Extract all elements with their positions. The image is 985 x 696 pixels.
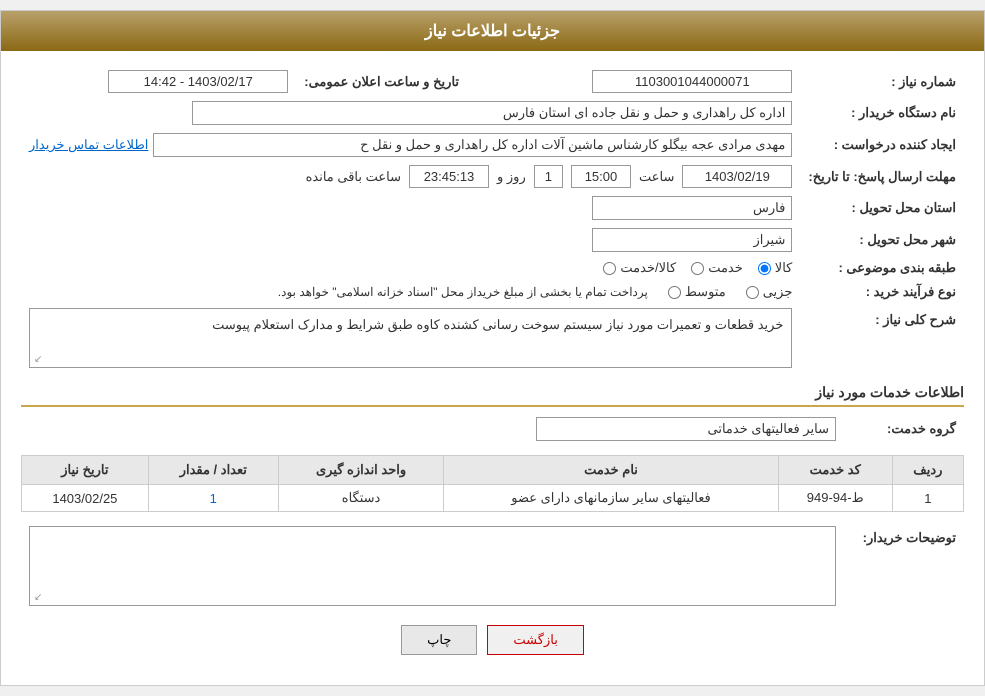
buyer-notes-table: توضیحات خریدار: ↙ <box>21 522 964 610</box>
province-value: فارس <box>21 192 800 224</box>
buyer-notes-label: توضیحات خریدار: <box>844 522 964 610</box>
process-jozi-label: جزیی <box>763 284 793 300</box>
description-label: شرح کلی نیاز : <box>800 304 964 372</box>
category-row: کالا خدمت کالا/خدمت <box>21 256 800 280</box>
remaining-box: 23:45:13 <box>409 165 489 188</box>
page-header: جزئیات اطلاعات نیاز <box>1 11 984 51</box>
date-box: 1403/02/19 <box>682 165 792 188</box>
announcement-label: تاریخ و ساعت اعلان عمومی: <box>296 66 467 97</box>
cell-unit: دستگاه <box>278 485 444 512</box>
category-khedmat-label: خدمت <box>708 260 743 276</box>
main-info-table: شماره نیاز : 1103001044000071 تاریخ و سا… <box>21 66 964 372</box>
service-group-box: سایر فعالیتهای خدماتی <box>536 417 836 441</box>
process-motavaset-label: متوسط <box>685 284 726 300</box>
response-deadline-label: مهلت ارسال پاسخ: تا تاریخ: <box>800 161 964 192</box>
process-type-label: نوع فرآیند خرید : <box>800 280 964 304</box>
cell-service-name: فعالیتهای سایر سازمانهای دارای عضو <box>444 485 778 512</box>
page-title: جزئیات اطلاعات نیاز <box>425 23 560 40</box>
description-value: خرید قطعات و تعمیرات مورد نیاز سیستم سوخ… <box>21 304 800 372</box>
province-box: فارس <box>592 196 792 220</box>
col-service-code: کد خدمت <box>778 456 892 485</box>
remaining-label: ساعت باقی مانده <box>306 169 401 185</box>
process-type-row: جزیی متوسط پرداخت تمام یا بخشی از مبلغ خ… <box>21 280 800 304</box>
city-label: شهر محل تحویل : <box>800 224 964 256</box>
content-area: شماره نیاز : 1103001044000071 تاریخ و سا… <box>1 51 984 685</box>
col-service-name: نام خدمت <box>444 456 778 485</box>
buyer-org-box: اداره کل راهداری و حمل و نقل جاده ای است… <box>192 101 792 125</box>
category-kala-radio[interactable] <box>758 262 771 275</box>
description-text: خرید قطعات و تعمیرات مورد نیاز سیستم سوخ… <box>38 317 783 333</box>
cell-quantity: 1 <box>148 485 278 512</box>
process-jozi-radio[interactable] <box>746 286 759 299</box>
description-box: خرید قطعات و تعمیرات مورد نیاز سیستم سوخ… <box>29 308 792 368</box>
time-box: 15:00 <box>571 165 631 188</box>
col-quantity: تعداد / مقدار <box>148 456 278 485</box>
process-motavaset-radio[interactable] <box>668 286 681 299</box>
city-box: شیراز <box>592 228 792 252</box>
announcement-value: 1403/02/17 - 14:42 <box>21 66 296 97</box>
creator-link[interactable]: اطلاعات تماس خریدار <box>29 137 148 153</box>
resize-handle: ↙ <box>34 354 42 365</box>
creator-label: ایجاد کننده درخواست : <box>800 129 964 161</box>
province-label: استان محل تحویل : <box>800 192 964 224</box>
page-wrapper: جزئیات اطلاعات نیاز شماره نیاز : 1103001… <box>0 10 985 686</box>
cell-row-num: 1 <box>892 485 963 512</box>
day-label: روز و <box>497 169 526 185</box>
creator-row: مهدی مرادی عجه بیگلو کارشناس ماشین آلات … <box>21 129 800 161</box>
city-value: شیراز <box>21 224 800 256</box>
category-khedmat-radio[interactable] <box>691 262 704 275</box>
cell-service-code: ط-94-949 <box>778 485 892 512</box>
buyer-org-label: نام دستگاه خریدار : <box>800 97 964 129</box>
creator-box: مهدی مرادی عجه بیگلو کارشناس ماشین آلات … <box>153 133 792 157</box>
service-group-label: گروه خدمت: <box>844 413 964 445</box>
buyer-notes-box: ↙ <box>29 526 836 606</box>
col-unit: واحد اندازه گیری <box>278 456 444 485</box>
process-motavaset[interactable]: متوسط <box>668 284 726 300</box>
need-number-value: 1103001044000071 <box>497 66 800 97</box>
deadline-row: 1403/02/19 ساعت 15:00 1 روز و 23:45:13 س… <box>21 161 800 192</box>
footer-buttons: بازگشت چاپ <box>21 625 964 655</box>
category-kala[interactable]: کالا <box>758 260 793 276</box>
buyer-org-value: اداره کل راهداری و حمل و نقل جاده ای است… <box>21 97 800 129</box>
category-khedmat[interactable]: خدمت <box>691 260 743 276</box>
process-jozi[interactable]: جزیی <box>746 284 793 300</box>
need-number-label: شماره نیاز : <box>800 66 964 97</box>
col-row-num: ردیف <box>892 456 963 485</box>
time-label: ساعت <box>639 169 674 185</box>
services-section-title: اطلاعات خدمات مورد نیاز <box>21 384 964 407</box>
category-label: طبقه بندی موضوعی : <box>800 256 964 280</box>
cell-need-date: 1403/02/25 <box>22 485 149 512</box>
category-kala-khedmat-radio[interactable] <box>603 262 616 275</box>
services-table: ردیف کد خدمت نام خدمت واحد اندازه گیری ت… <box>21 455 964 512</box>
table-row: 1 ط-94-949 فعالیتهای سایر سازمانهای دارا… <box>22 485 964 512</box>
need-number-box: 1103001044000071 <box>592 70 792 93</box>
category-kala-khedmat[interactable]: کالا/خدمت <box>603 260 676 276</box>
category-kala-khedmat-label: کالا/خدمت <box>620 260 676 276</box>
service-group-table: گروه خدمت: سایر فعالیتهای خدماتی <box>21 413 964 445</box>
buyer-notes-cell: ↙ <box>21 522 844 610</box>
col-need-date: تاریخ نیاز <box>22 456 149 485</box>
buyer-notes-resize: ↙ <box>34 592 42 603</box>
category-kala-label: کالا <box>775 260 793 276</box>
service-group-value: سایر فعالیتهای خدماتی <box>21 413 844 445</box>
back-button[interactable]: بازگشت <box>487 625 583 655</box>
day-value: 1 <box>534 165 563 188</box>
print-button[interactable]: چاپ <box>401 625 477 655</box>
process-note: پرداخت تمام یا بخشی از مبلغ خریداز محل "… <box>278 285 648 299</box>
announcement-box: 1403/02/17 - 14:42 <box>108 70 288 93</box>
